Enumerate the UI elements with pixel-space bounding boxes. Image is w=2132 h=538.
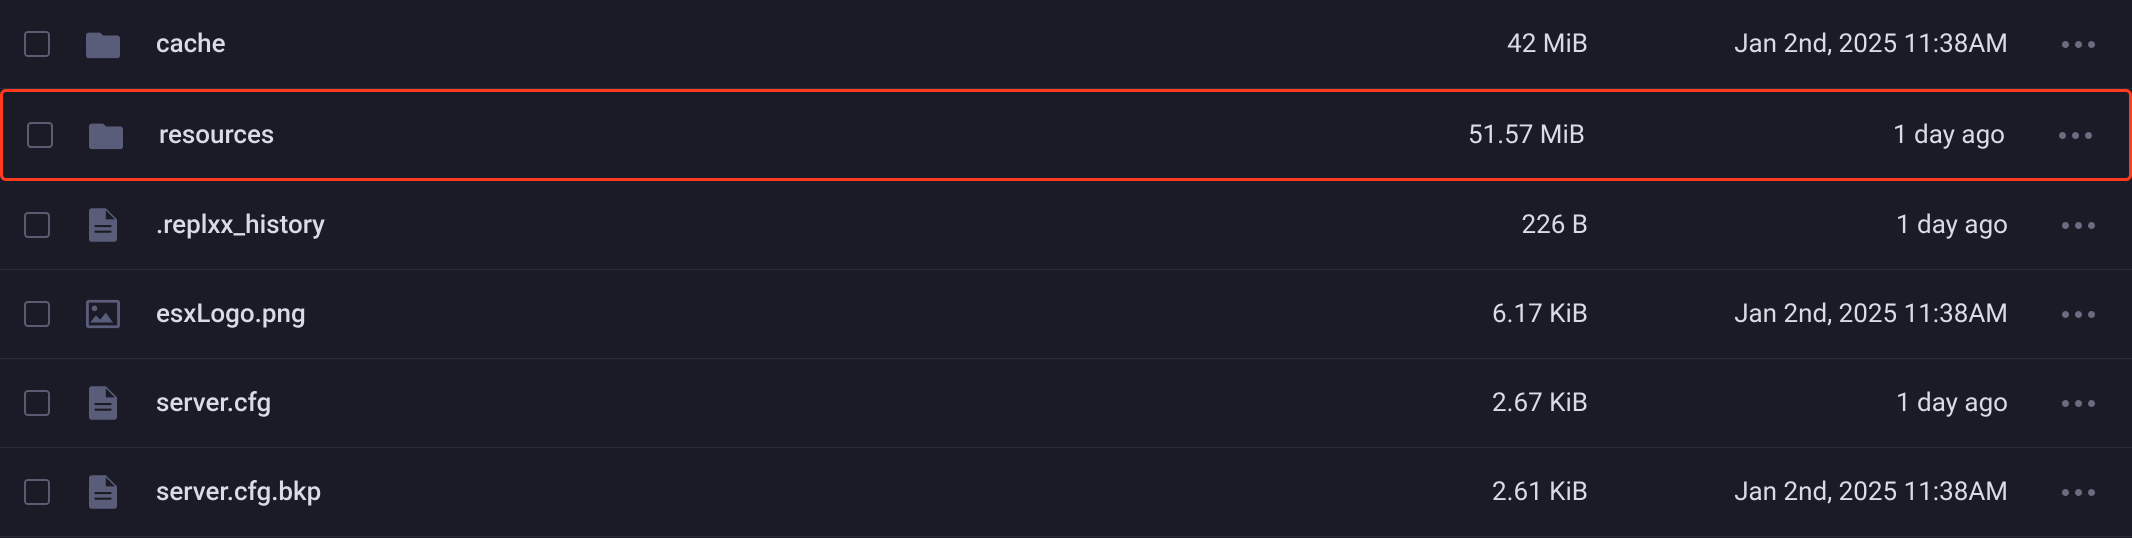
file-row[interactable]: esxLogo.png6.17 KiBJan 2nd, 2025 11:38AM bbox=[0, 270, 2132, 359]
more-options-button[interactable] bbox=[2048, 222, 2108, 229]
file-row[interactable]: resources51.57 MiB1 day ago bbox=[0, 89, 2132, 181]
file-name[interactable]: server.cfg bbox=[156, 388, 1328, 418]
dots-horizontal-icon bbox=[2062, 311, 2095, 318]
more-options-button[interactable] bbox=[2048, 311, 2108, 318]
file-icon bbox=[86, 386, 120, 420]
file-row[interactable]: server.cfg.bkp2.61 KiBJan 2nd, 2025 11:3… bbox=[0, 448, 2132, 537]
file-checkbox[interactable] bbox=[24, 31, 50, 57]
folder-icon bbox=[86, 27, 120, 61]
file-checkbox[interactable] bbox=[24, 479, 50, 505]
file-name[interactable]: cache bbox=[156, 29, 1328, 59]
more-options-button[interactable] bbox=[2045, 132, 2105, 139]
file-checkbox[interactable] bbox=[24, 212, 50, 238]
file-size: 6.17 KiB bbox=[1328, 299, 1588, 329]
dots-horizontal-icon bbox=[2059, 132, 2092, 139]
file-icon bbox=[86, 208, 120, 242]
file-name[interactable]: server.cfg.bkp bbox=[156, 477, 1328, 507]
dots-horizontal-icon bbox=[2062, 41, 2095, 48]
file-checkbox[interactable] bbox=[24, 301, 50, 327]
file-size: 2.61 KiB bbox=[1328, 477, 1588, 507]
file-size: 2.67 KiB bbox=[1328, 388, 1588, 418]
dots-horizontal-icon bbox=[2062, 489, 2095, 496]
file-checkbox[interactable] bbox=[24, 390, 50, 416]
image-icon bbox=[86, 297, 120, 331]
more-options-button[interactable] bbox=[2048, 400, 2108, 407]
file-row[interactable]: .replxx_history226 B1 day ago bbox=[0, 181, 2132, 270]
file-list: cache42 MiBJan 2nd, 2025 11:38AMresource… bbox=[0, 0, 2132, 537]
file-size: 42 MiB bbox=[1328, 29, 1588, 59]
file-date: Jan 2nd, 2025 11:38AM bbox=[1588, 477, 2008, 507]
file-size: 51.57 MiB bbox=[1325, 120, 1585, 150]
file-row[interactable]: server.cfg2.67 KiB1 day ago bbox=[0, 359, 2132, 448]
file-icon bbox=[86, 475, 120, 509]
file-name[interactable]: esxLogo.png bbox=[156, 299, 1328, 329]
file-date: Jan 2nd, 2025 11:38AM bbox=[1588, 299, 2008, 329]
file-name[interactable]: .replxx_history bbox=[156, 210, 1328, 240]
file-date: Jan 2nd, 2025 11:38AM bbox=[1588, 29, 2008, 59]
more-options-button[interactable] bbox=[2048, 41, 2108, 48]
file-date: 1 day ago bbox=[1585, 120, 2005, 150]
file-name[interactable]: resources bbox=[159, 120, 1325, 150]
file-size: 226 B bbox=[1328, 210, 1588, 240]
folder-icon bbox=[89, 118, 123, 152]
more-options-button[interactable] bbox=[2048, 489, 2108, 496]
file-date: 1 day ago bbox=[1588, 388, 2008, 418]
file-row[interactable]: cache42 MiBJan 2nd, 2025 11:38AM bbox=[0, 0, 2132, 89]
file-checkbox[interactable] bbox=[27, 122, 53, 148]
file-date: 1 day ago bbox=[1588, 210, 2008, 240]
dots-horizontal-icon bbox=[2062, 400, 2095, 407]
dots-horizontal-icon bbox=[2062, 222, 2095, 229]
